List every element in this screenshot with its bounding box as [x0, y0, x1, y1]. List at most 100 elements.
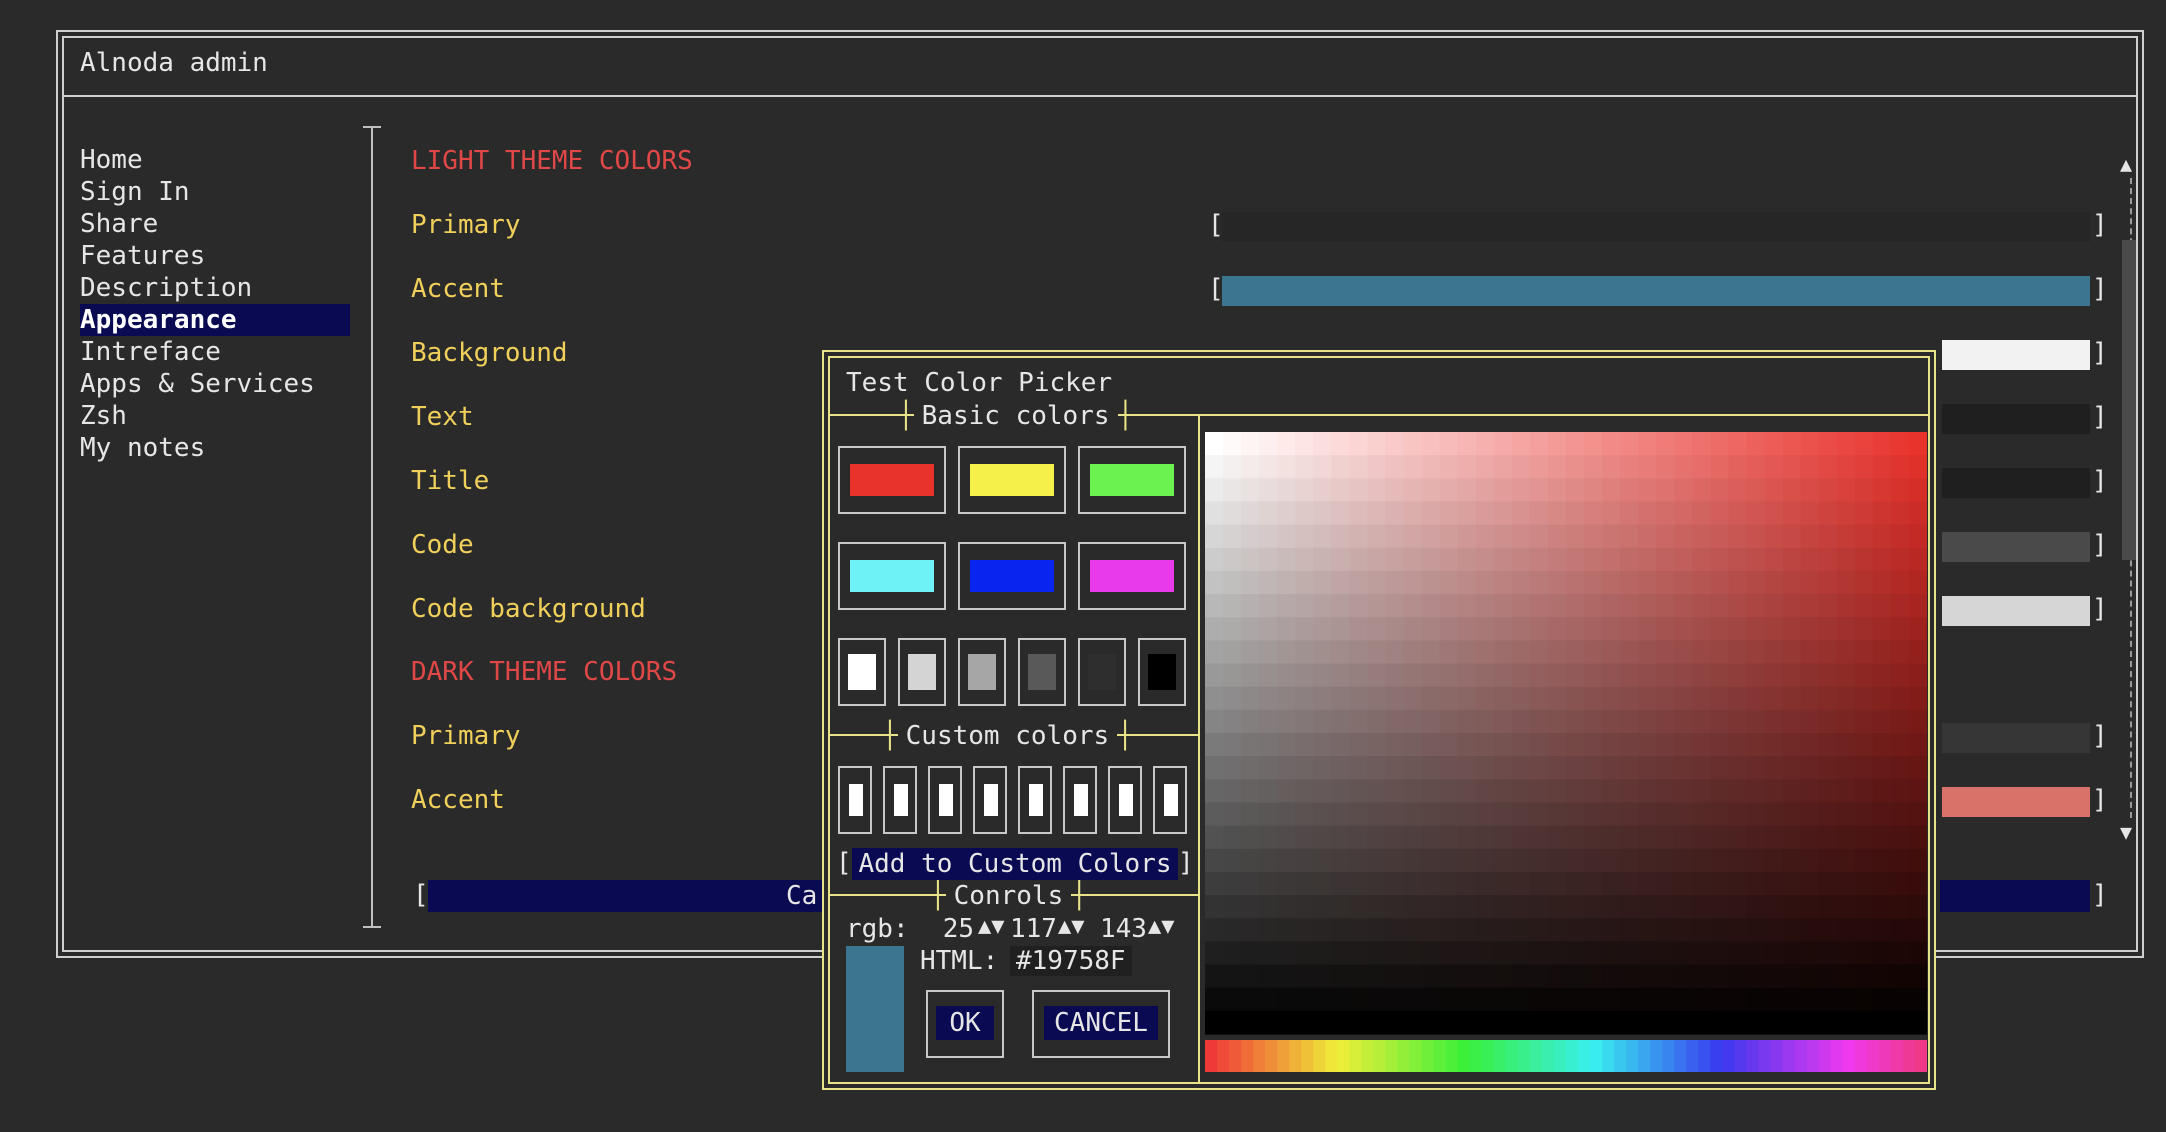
hue-strip-cell[interactable] [1421, 1040, 1435, 1072]
palette-cell[interactable] [1800, 1010, 1820, 1035]
palette-cell[interactable] [1475, 455, 1495, 479]
palette-cell[interactable] [1259, 640, 1278, 665]
palette-cell[interactable] [1259, 663, 1278, 688]
palette-cell[interactable] [1854, 941, 1874, 966]
palette-cell[interactable] [1836, 686, 1856, 711]
palette-cell[interactable] [1638, 918, 1657, 942]
palette-cell[interactable] [1728, 756, 1748, 780]
palette-cell[interactable] [1836, 941, 1856, 966]
palette-cell[interactable] [1818, 594, 1838, 618]
palette-cell[interactable] [1782, 1010, 1802, 1035]
palette-cell[interactable] [1259, 779, 1278, 804]
palette-cell[interactable] [1656, 455, 1675, 479]
palette-cell[interactable] [1584, 640, 1603, 665]
palette-cell[interactable] [1439, 640, 1459, 665]
hue-strip-cell[interactable] [1710, 1040, 1724, 1072]
green-value-input[interactable]: 117 [1010, 914, 1057, 944]
blue-value-input[interactable]: 143 [1100, 914, 1147, 944]
palette-cell[interactable] [1331, 779, 1350, 804]
hue-strip-cell[interactable] [1481, 1040, 1495, 1072]
palette-cell[interactable] [1908, 478, 1927, 503]
palette-cell[interactable] [1836, 918, 1856, 942]
palette-cell[interactable] [1277, 432, 1296, 456]
custom-color-slot[interactable] [1108, 766, 1142, 834]
palette-cell[interactable] [1782, 756, 1802, 780]
palette-cell[interactable] [1385, 895, 1405, 919]
palette-cell[interactable] [1656, 756, 1675, 780]
palette-cell[interactable] [1854, 594, 1874, 618]
palette-cell[interactable] [1331, 594, 1350, 618]
palette-cell[interactable] [1547, 964, 1567, 989]
palette-cell[interactable] [1692, 895, 1711, 919]
hue-strip-cell[interactable] [1505, 1040, 1519, 1072]
palette-cell[interactable] [1584, 570, 1603, 595]
palette-cell[interactable] [1710, 617, 1730, 641]
palette-cell[interactable] [1692, 709, 1711, 734]
palette-cell[interactable] [1259, 825, 1278, 850]
palette-cell[interactable] [1764, 825, 1784, 850]
palette-cell[interactable] [1602, 779, 1621, 804]
palette-cell[interactable] [1457, 594, 1477, 618]
palette-cell[interactable] [1529, 848, 1549, 873]
palette-cell[interactable] [1908, 895, 1927, 919]
palette-cell[interactable] [1746, 570, 1766, 595]
palette-cell[interactable] [1710, 871, 1730, 896]
palette-cell[interactable] [1313, 709, 1332, 734]
color-field-primary[interactable] [1222, 212, 2090, 242]
palette-cell[interactable] [1313, 871, 1332, 896]
palette-cell[interactable] [1385, 547, 1405, 572]
palette-cell[interactable] [1692, 964, 1711, 989]
palette-cell[interactable] [1836, 432, 1856, 456]
palette-cell[interactable] [1547, 802, 1567, 827]
palette-cell[interactable] [1746, 825, 1766, 850]
palette-cell[interactable] [1259, 848, 1278, 873]
palette-cell[interactable] [1241, 987, 1260, 1012]
palette-cell[interactable] [1620, 524, 1639, 549]
palette-cell[interactable] [1493, 848, 1513, 873]
palette-cell[interactable] [1331, 524, 1350, 549]
palette-cell[interactable] [1475, 825, 1495, 850]
palette-cell[interactable] [1349, 941, 1369, 966]
palette-cell[interactable] [1241, 478, 1260, 503]
palette-cell[interactable] [1566, 941, 1585, 966]
palette-cell[interactable] [1620, 964, 1639, 989]
palette-cell[interactable] [1584, 941, 1603, 966]
palette-cell[interactable] [1457, 478, 1477, 503]
palette-cell[interactable] [1529, 570, 1549, 595]
palette-cell[interactable] [1602, 640, 1621, 665]
palette-cell[interactable] [1890, 941, 1910, 966]
palette-cell[interactable] [1890, 432, 1910, 456]
palette-cell[interactable] [1638, 524, 1657, 549]
palette-cell[interactable] [1746, 895, 1766, 919]
palette-cell[interactable] [1367, 802, 1387, 827]
palette-cell[interactable] [1241, 848, 1260, 873]
palette-cell[interactable] [1547, 432, 1567, 456]
palette-cell[interactable] [1872, 848, 1892, 873]
palette-cell[interactable] [1620, 570, 1639, 595]
palette-cell[interactable] [1493, 617, 1513, 641]
palette-cell[interactable] [1674, 478, 1693, 503]
palette-cell[interactable] [1890, 663, 1910, 688]
palette-cell[interactable] [1584, 779, 1603, 804]
palette-cell[interactable] [1511, 848, 1531, 873]
palette-cell[interactable] [1331, 987, 1350, 1012]
basic-color-swatch[interactable] [1078, 446, 1186, 514]
palette-cell[interactable] [1529, 617, 1549, 641]
palette-cell[interactable] [1854, 964, 1874, 989]
palette-cell[interactable] [1782, 733, 1802, 757]
palette-cell[interactable] [1493, 871, 1513, 896]
palette-cell[interactable] [1872, 779, 1892, 804]
palette-cell[interactable] [1872, 941, 1892, 966]
palette-cell[interactable] [1259, 1010, 1278, 1035]
palette-cell[interactable] [1800, 640, 1820, 665]
palette-cell[interactable] [1529, 964, 1549, 989]
palette-cell[interactable] [1620, 709, 1639, 734]
palette-cell[interactable] [1854, 547, 1874, 572]
palette-cell[interactable] [1908, 501, 1927, 526]
palette-cell[interactable] [1277, 709, 1296, 734]
palette-cell[interactable] [1331, 455, 1350, 479]
palette-cell[interactable] [1439, 733, 1459, 757]
hue-strip-cell[interactable] [1734, 1040, 1748, 1072]
palette-cell[interactable] [1764, 733, 1784, 757]
palette-cell[interactable] [1818, 501, 1838, 526]
